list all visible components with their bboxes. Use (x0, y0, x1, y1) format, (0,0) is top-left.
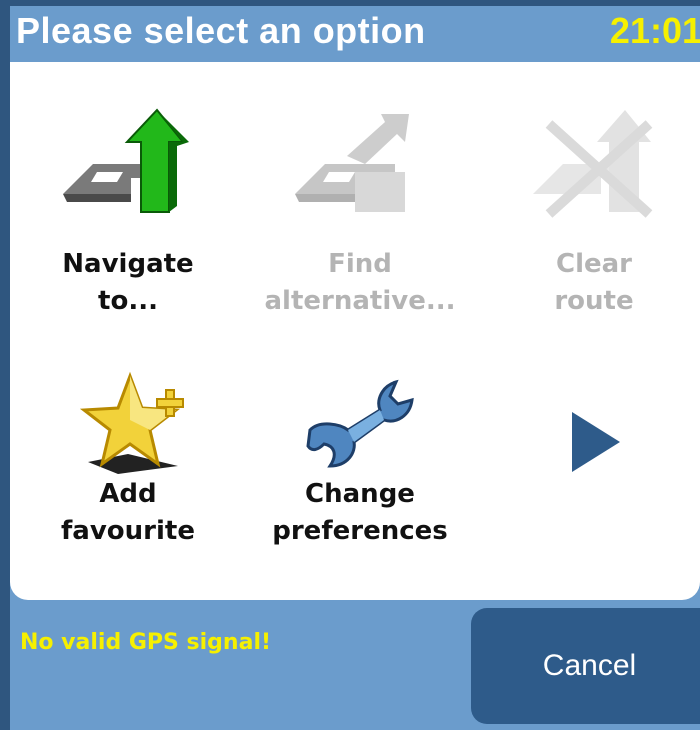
clock: 21:01 (609, 10, 700, 51)
find-alternative-button: Find alternative... (260, 102, 460, 332)
add-favourite-button[interactable]: Add favourite (28, 370, 228, 560)
clear-route-icon (533, 110, 653, 218)
navigate-to-button[interactable]: Navigate to... (28, 102, 228, 332)
change-preferences-label-line2: preferences (272, 516, 448, 546)
next-page-arrow-icon (572, 412, 620, 472)
find-alternative-label-line2: alternative... (264, 286, 456, 316)
gps-status-message: No valid GPS signal! (20, 630, 272, 655)
add-favourite-label-line2: favourite (61, 516, 195, 546)
cancel-button[interactable]: Cancel (471, 608, 700, 724)
find-alternative-label-line1: Find (328, 249, 392, 279)
add-favourite-label-line1: Add (99, 479, 157, 509)
wrench-icon (306, 379, 414, 468)
change-preferences-label-line1: Change (305, 479, 415, 509)
clear-route-button: Clear route (494, 102, 694, 332)
navigate-arrow-icon (63, 108, 189, 213)
cancel-button-label: Cancel (542, 649, 637, 682)
clear-route-label-line2: route (554, 286, 634, 316)
navigate-to-label-line2: to... (98, 286, 158, 316)
navigate-to-label-line1: Navigate (62, 249, 194, 279)
header-bar: Please select an option 21:01 (10, 6, 700, 62)
find-alternative-icon (295, 114, 409, 212)
menu-panel: Navigate to... Find alternative... Clear… (10, 62, 700, 600)
page-title: Please select an option (16, 10, 426, 51)
clear-route-label-line1: Clear (556, 249, 632, 279)
star-plus-icon (79, 371, 184, 474)
change-preferences-button[interactable]: Change preferences (260, 370, 460, 560)
next-page-button[interactable] (494, 402, 694, 512)
